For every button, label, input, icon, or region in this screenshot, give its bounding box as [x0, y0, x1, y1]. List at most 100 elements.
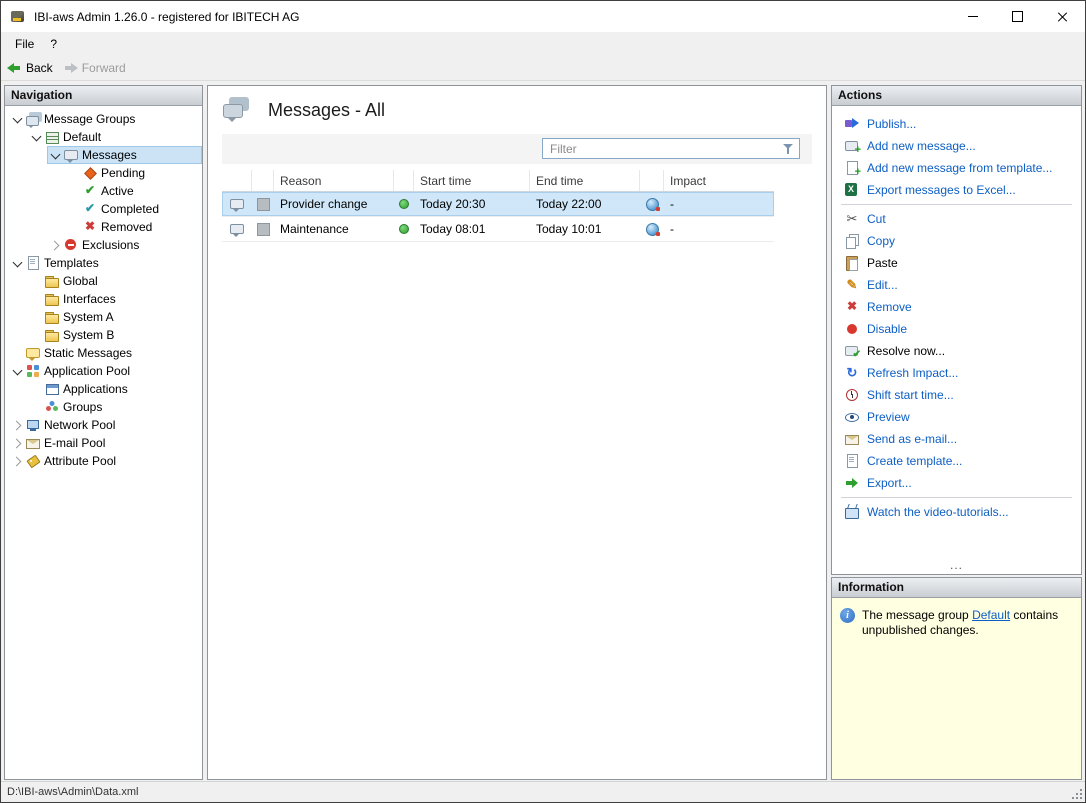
tree-item-active[interactable]: Active	[66, 182, 202, 200]
information-header: Information	[832, 578, 1081, 598]
tree-item-label: Network Pool	[44, 418, 115, 432]
back-label: Back	[26, 61, 53, 75]
tree-item-application-pool[interactable]: Application Pool	[9, 362, 202, 380]
tree-item-message-groups[interactable]: Message Groups	[9, 110, 202, 128]
back-button[interactable]: Back	[7, 61, 53, 75]
action-refresh-impact[interactable]: Refresh Impact...	[832, 362, 1081, 384]
create-template-icon	[844, 453, 860, 469]
minimize-button[interactable]	[950, 1, 995, 32]
chevron-spacer	[28, 273, 44, 289]
action-shift-start-time[interactable]: Shift start time...	[832, 384, 1081, 406]
action-add-new-message[interactable]: Add new message...	[832, 135, 1081, 157]
status-dot-cell	[394, 224, 414, 234]
action-publish[interactable]: Publish...	[832, 113, 1081, 135]
disable-icon	[844, 321, 860, 337]
menu-file[interactable]: File	[7, 35, 42, 53]
tree-item-templates[interactable]: Templates	[9, 254, 202, 272]
close-button[interactable]	[1040, 1, 1085, 32]
tree-item-e-mail-pool[interactable]: E-mail Pool	[9, 434, 202, 452]
tree-item-groups[interactable]: Groups	[28, 398, 202, 416]
chevron-expanded-icon[interactable]	[9, 363, 25, 379]
filter-strip	[222, 134, 812, 164]
chevron-collapsed-icon[interactable]	[9, 417, 25, 433]
tree-item-attribute-pool[interactable]: Attribute Pool	[9, 452, 202, 470]
action-edit[interactable]: Edit...	[832, 274, 1081, 296]
message-group-icon	[44, 129, 60, 145]
tree-item-global[interactable]: Global	[28, 272, 202, 290]
column-header-impact[interactable]: Impact	[664, 170, 774, 191]
table-row-provider-change[interactable]: Provider changeToday 20:30Today 22:00-	[222, 192, 774, 217]
tree-item-exclusions[interactable]: Exclusions	[47, 236, 202, 254]
chevron-expanded-icon[interactable]	[9, 255, 25, 271]
filter-input[interactable]	[543, 139, 782, 158]
tree-item-pending[interactable]: Pending	[66, 164, 202, 182]
table-header-row: Reason Start timeEnd time Impact	[222, 170, 774, 192]
tree-item-label: Exclusions	[82, 238, 139, 252]
static-messages-icon	[25, 345, 41, 361]
minimize-icon	[968, 16, 978, 17]
chevron-spacer	[28, 327, 44, 343]
column-header-reason[interactable]: Reason	[274, 170, 394, 191]
actions-overflow[interactable]: ...	[832, 558, 1081, 572]
send-email-icon	[844, 431, 860, 447]
action-add-new-message-from-template[interactable]: Add new message from template...	[832, 157, 1081, 179]
tree-item-applications[interactable]: Applications	[28, 380, 202, 398]
tree-item-label: Global	[63, 274, 98, 288]
action-remove[interactable]: Remove	[832, 296, 1081, 318]
chevron-expanded-icon[interactable]	[9, 111, 25, 127]
action-preview[interactable]: Preview	[832, 406, 1081, 428]
action-label: Create template...	[867, 454, 962, 468]
tree-item-messages[interactable]: Messages	[47, 146, 202, 164]
app-icon	[10, 9, 26, 25]
column-header-end-time[interactable]: End time	[530, 170, 640, 191]
start-time-cell: Today 20:30	[414, 197, 530, 211]
filter-funnel-icon[interactable]	[782, 143, 796, 156]
tree-item-default[interactable]: Default	[28, 128, 202, 146]
tree-item-label: Static Messages	[44, 346, 132, 360]
edit-icon	[844, 277, 860, 293]
action-export-messages-to-excel[interactable]: Export messages to Excel...	[832, 179, 1081, 201]
tree-item-interfaces[interactable]: Interfaces	[28, 290, 202, 308]
chevron-expanded-icon[interactable]	[47, 147, 63, 163]
information-content: The message group Default contains unpub…	[832, 598, 1081, 648]
action-label: Send as e-mail...	[867, 432, 957, 446]
action-disable[interactable]: Disable	[832, 318, 1081, 340]
window-title: IBI-aws Admin 1.26.0 - registered for IB…	[34, 10, 299, 24]
action-label: Preview	[867, 410, 910, 424]
action-label: Shift start time...	[867, 388, 954, 402]
chevron-collapsed-icon[interactable]	[9, 435, 25, 451]
tree-item-system-a[interactable]: System A	[28, 308, 202, 326]
tree-item-system-b[interactable]: System B	[28, 326, 202, 344]
action-watch-the-video-tutorials[interactable]: Watch the video-tutorials...	[832, 501, 1081, 523]
action-label: Refresh Impact...	[867, 366, 958, 380]
action-cut[interactable]: Cut	[832, 208, 1081, 230]
maximize-button[interactable]	[995, 1, 1040, 32]
chevron-collapsed-icon[interactable]	[9, 453, 25, 469]
default-group-link[interactable]: Default	[972, 608, 1010, 622]
tree-item-network-pool[interactable]: Network Pool	[9, 416, 202, 434]
chevron-expanded-icon[interactable]	[28, 129, 44, 145]
action-label: Remove	[867, 300, 912, 314]
chevron-collapsed-icon[interactable]	[47, 237, 63, 253]
navigation-tree: Message Groups DefaultMessagesPendingActi…	[5, 106, 202, 470]
maximize-icon	[1012, 11, 1023, 22]
email-pool-icon	[25, 435, 41, 451]
menu-help[interactable]: ?	[42, 35, 65, 53]
video-tutorials-icon	[844, 504, 860, 520]
action-copy[interactable]: Copy	[832, 230, 1081, 252]
active-status-dot-icon	[399, 199, 409, 209]
action-create-template[interactable]: Create template...	[832, 450, 1081, 472]
tree-item-completed[interactable]: Completed	[66, 200, 202, 218]
column-header-start-time[interactable]: Start time	[414, 170, 530, 191]
paste-icon	[844, 255, 860, 271]
message-row-icon	[229, 221, 245, 237]
tree-item-label: Message Groups	[44, 112, 135, 126]
resize-grip[interactable]	[1070, 787, 1082, 799]
tree-item-removed[interactable]: Removed	[66, 218, 202, 236]
title-bar[interactable]: IBI-aws Admin 1.26.0 - registered for IB…	[1, 1, 1085, 32]
forward-arrow-icon	[63, 61, 78, 75]
action-send-as-e-mail[interactable]: Send as e-mail...	[832, 428, 1081, 450]
tree-item-static-messages[interactable]: Static Messages	[9, 344, 202, 362]
action-export[interactable]: Export...	[832, 472, 1081, 494]
table-row-maintenance[interactable]: MaintenanceToday 08:01Today 10:01-	[222, 217, 774, 242]
